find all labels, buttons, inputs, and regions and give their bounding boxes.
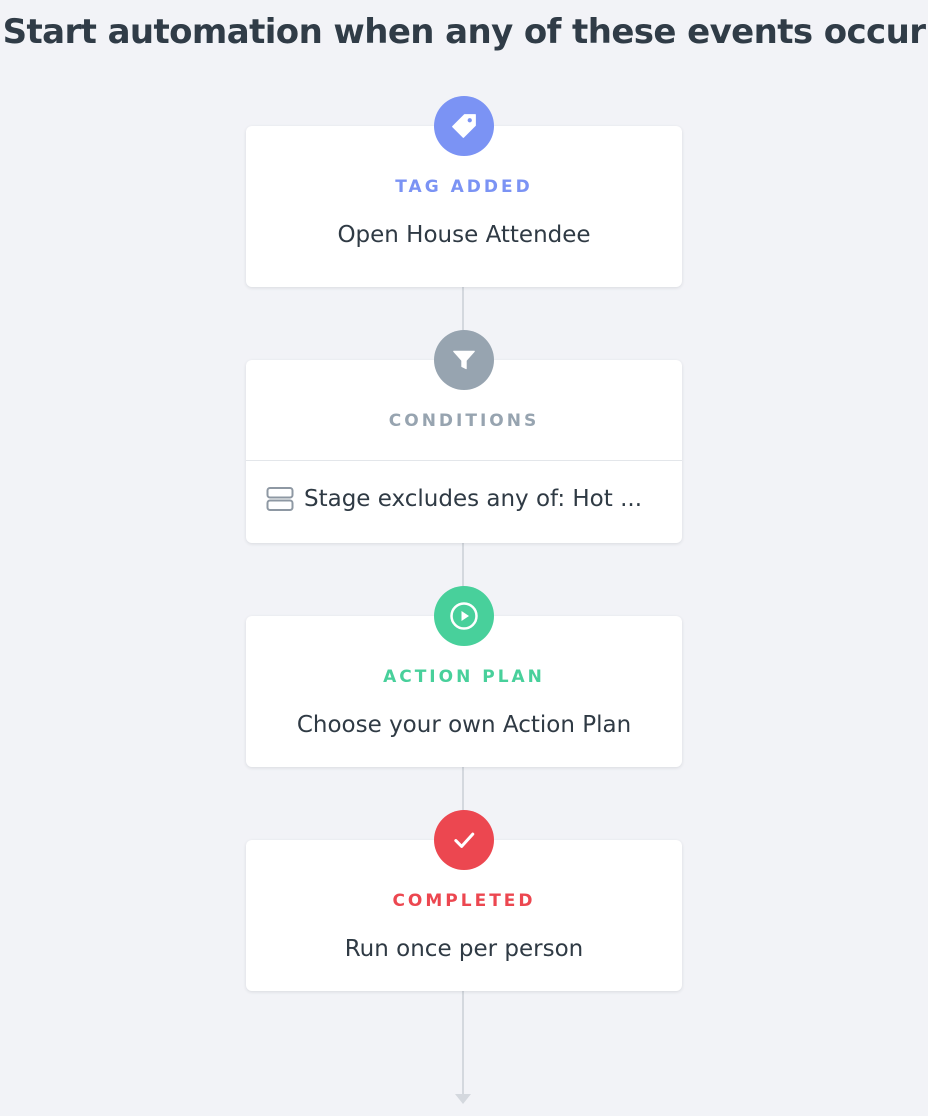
stage-icon [266,487,294,511]
flow-end-arrow-icon [455,1094,471,1104]
step-value: Choose your own Action Plan [296,712,632,738]
connector-line [462,991,464,1094]
condition-row[interactable]: Stage excludes any of: Hot ... [266,486,662,512]
step-value: Open House Attendee [337,222,591,248]
step-label: CONDITIONS [388,411,540,431]
filter-icon [434,330,494,390]
condition-text: Stage excludes any of: Hot ... [304,486,643,512]
tag-icon [434,96,494,156]
play-circle-icon [434,586,494,646]
page-title: Start automation when any of these event… [2,12,926,52]
checkmark-icon [434,810,494,870]
card-divider [246,460,682,461]
step-label: COMPLETED [392,891,536,911]
step-label: TAG ADDED [395,177,533,197]
step-label: ACTION PLAN [383,667,545,687]
step-value: Run once per person [344,936,584,962]
